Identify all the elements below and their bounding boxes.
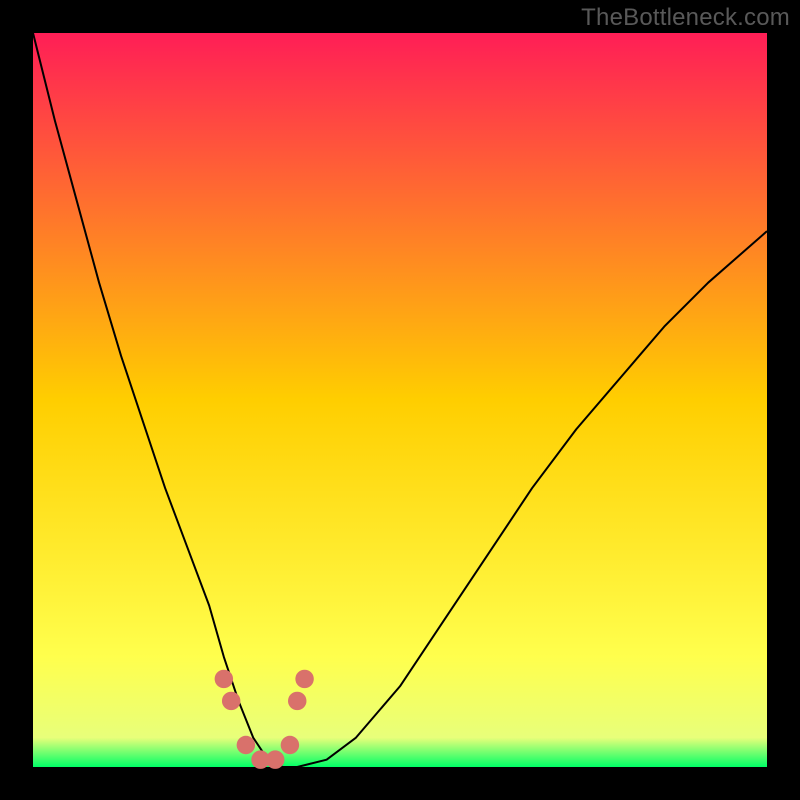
- marker-point: [237, 736, 255, 754]
- marker-point: [288, 692, 306, 710]
- marker-point: [295, 670, 313, 688]
- chart-frame: TheBottleneck.com: [0, 0, 800, 800]
- plot-area: [33, 33, 767, 767]
- watermark-text: TheBottleneck.com: [581, 4, 790, 32]
- marker-point: [215, 670, 233, 688]
- marker-point: [266, 750, 284, 768]
- bottleneck-chart: [0, 0, 800, 800]
- marker-point: [281, 736, 299, 754]
- marker-point: [222, 692, 240, 710]
